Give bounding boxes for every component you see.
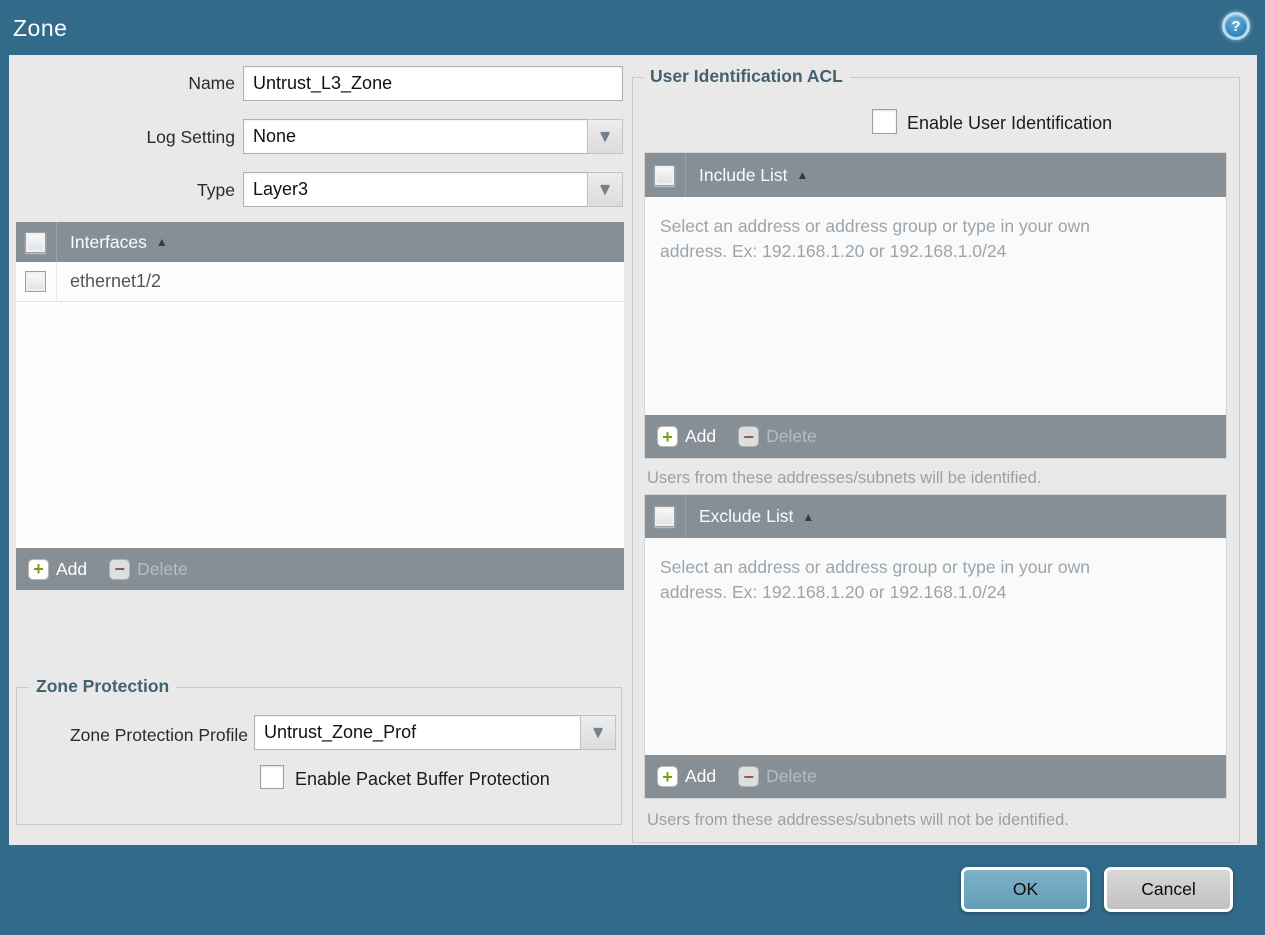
include-delete-button[interactable]: − Delete [738, 426, 817, 447]
log-setting-input[interactable] [243, 119, 588, 154]
user-identification-acl-legend: User Identification ACL [643, 66, 850, 87]
include-list-placeholder: Select an address or address group or ty… [660, 216, 1090, 261]
log-setting-dropdown-button[interactable]: ▼ [587, 119, 623, 154]
row-divider [56, 262, 57, 301]
ok-button-label: OK [1012, 879, 1039, 899]
plus-icon: + [28, 558, 49, 580]
minus-icon: − [109, 558, 131, 580]
minus-glyph: − [743, 426, 754, 447]
name-label: Name [188, 73, 235, 93]
add-button-label: Add [56, 558, 88, 579]
minus-icon: − [738, 426, 760, 447]
enable-user-identification-checkbox[interactable] [872, 109, 897, 134]
chevron-down-icon: ▼ [590, 723, 606, 741]
include-list-body[interactable]: Select an address or address group or ty… [645, 197, 1226, 415]
exclude-list-body[interactable]: Select an address or address group or ty… [645, 538, 1226, 755]
interfaces-column-header[interactable]: Interfaces [70, 232, 147, 253]
type-input[interactable] [243, 172, 588, 207]
exclude-select-all-checkbox[interactable] [654, 506, 675, 527]
include-add-button-label: Add [685, 426, 717, 446]
ok-button[interactable]: OK [961, 867, 1090, 912]
sort-ascending-icon[interactable]: ▲ [797, 169, 809, 181]
cancel-button[interactable]: Cancel [1104, 867, 1233, 912]
dialog-title: Zone [13, 15, 68, 41]
exclude-list-caption: Users from these addresses/subnets will … [647, 811, 1069, 829]
plus-glyph: + [662, 766, 673, 787]
type-label: Type [197, 180, 235, 200]
header-divider [56, 222, 57, 262]
header-divider [685, 495, 686, 538]
include-list-header: Include List ▲ [645, 153, 1226, 197]
include-list-panel: Include List ▲ Select an address or addr… [645, 153, 1226, 458]
user-identification-acl-section: User Identification ACL Enable User Iden… [632, 66, 1240, 843]
plus-icon: + [657, 766, 678, 787]
include-list-footer: + Add − Delete [645, 415, 1226, 458]
sort-ascending-icon[interactable]: ▲ [802, 511, 814, 523]
interfaces-table-footer: + Add − Delete [16, 548, 624, 590]
interface-name: ethernet1/2 [70, 271, 162, 291]
include-delete-button-label: Delete [766, 426, 817, 446]
include-list-caption: Users from these addresses/subnets will … [647, 469, 1042, 487]
add-button[interactable]: + Add [28, 558, 88, 580]
plus-glyph: + [33, 559, 44, 579]
header-divider [685, 153, 686, 197]
row-checkbox[interactable] [25, 271, 46, 292]
exclude-delete-button-label: Delete [766, 766, 817, 786]
plus-icon: + [657, 426, 678, 447]
table-row[interactable]: ethernet1/2 [16, 262, 624, 302]
zone-protection-profile-label: Zone Protection Profile [69, 725, 248, 745]
minus-glyph: − [114, 559, 125, 579]
exclude-list-panel: Exclude List ▲ Select an address or addr… [645, 495, 1226, 798]
sort-ascending-icon[interactable]: ▲ [156, 236, 168, 248]
exclude-list-header: Exclude List ▲ [645, 495, 1226, 538]
select-all-checkbox[interactable] [25, 231, 46, 253]
chevron-down-icon: ▼ [597, 180, 613, 198]
include-add-button[interactable]: + Add [657, 426, 716, 447]
zone-protection-profile-input[interactable] [254, 715, 581, 750]
enable-packet-buffer-protection-checkbox[interactable] [260, 765, 284, 789]
exclude-list-placeholder: Select an address or address group or ty… [660, 557, 1090, 602]
cancel-button-label: Cancel [1141, 879, 1196, 899]
log-setting-label: Log Setting [146, 127, 235, 147]
delete-button-label: Delete [137, 558, 188, 579]
delete-button[interactable]: − Delete [109, 558, 188, 580]
table-empty-area [16, 302, 624, 548]
minus-icon: − [738, 766, 760, 787]
plus-glyph: + [662, 426, 673, 447]
exclude-delete-button[interactable]: − Delete [738, 766, 817, 787]
interfaces-table-header: Interfaces ▲ [16, 222, 624, 262]
minus-glyph: − [743, 766, 754, 787]
include-list-column-header[interactable]: Include List [699, 165, 788, 186]
zone-protection-section: Zone Protection Zone Protection Profile … [16, 676, 622, 825]
interfaces-table: Interfaces ▲ ethernet1/2 + Add − Delete [16, 222, 624, 590]
exclude-list-footer: + Add − Delete [645, 755, 1226, 798]
question-mark-glyph: ? [1231, 17, 1241, 35]
enable-user-identification-label: Enable User Identification [907, 113, 1113, 133]
exclude-add-button-label: Add [685, 766, 717, 786]
include-select-all-checkbox[interactable] [654, 164, 675, 186]
zone-protection-profile-dropdown-button[interactable]: ▼ [580, 715, 616, 750]
exclude-list-column-header[interactable]: Exclude List [699, 506, 793, 527]
chevron-down-icon: ▼ [597, 127, 613, 145]
type-dropdown-button[interactable]: ▼ [587, 172, 623, 207]
zone-dialog: Zone ? Name Log Setting ▼ Type ▼ Interfa… [0, 0, 1265, 935]
help-icon[interactable]: ? [1222, 12, 1250, 40]
name-input[interactable] [243, 66, 623, 101]
exclude-add-button[interactable]: + Add [657, 766, 716, 787]
zone-protection-legend: Zone Protection [29, 676, 177, 697]
enable-packet-buffer-protection-label: Enable Packet Buffer Protection [295, 769, 550, 789]
